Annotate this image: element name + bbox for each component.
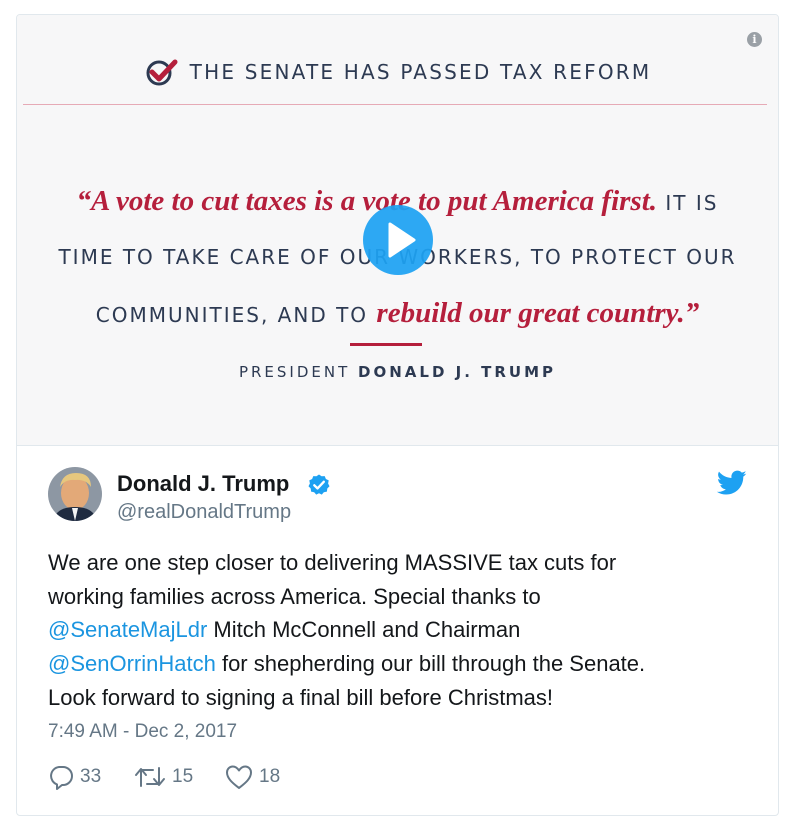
- tweet-text-line: @SenOrrinHatch for shepherding our bill …: [48, 647, 748, 681]
- retweet-button[interactable]: 15: [134, 763, 193, 791]
- play-button[interactable]: [363, 205, 433, 275]
- quote-divider: [350, 343, 422, 346]
- author-name[interactable]: Donald J. Trump: [117, 471, 289, 497]
- like-count: 18: [259, 766, 281, 787]
- check-icon: [146, 59, 178, 86]
- author-handle[interactable]: @realDonaldTrump: [117, 501, 291, 524]
- retweet-icon: [135, 767, 165, 787]
- tweet-text-line: @SenateMajLdr Mitch McConnell and Chairm…: [48, 613, 748, 647]
- attribution-title: PRESIDENT: [238, 363, 351, 381]
- reply-count: 33: [80, 766, 102, 787]
- tweet-text-segment: Mitch McConnell and Chairman: [207, 617, 521, 643]
- headline-row: THE SENATE HAS PASSED TAX REFORM: [17, 57, 778, 87]
- quote-attribution: PRESIDENT DONALD J. TRUMP: [17, 363, 778, 381]
- like-icon: [226, 765, 252, 789]
- reply-button[interactable]: 33: [48, 763, 101, 791]
- reply-icon: [50, 766, 73, 790]
- quote-emphasis-3: rebuild our great country.”: [376, 297, 700, 329]
- attribution-name: DONALD J. TRUMP: [358, 363, 557, 381]
- tweet-text-line: working families across America. Special…: [48, 583, 541, 609]
- tweet-text-line: We are one step closer to delivering MAS…: [48, 550, 617, 575]
- quote-text-1: IT IS: [665, 191, 719, 215]
- tweet-text-line: Look forward to signing a final bill bef…: [48, 684, 554, 710]
- play-icon: [388, 222, 416, 258]
- twitter-bird-icon[interactable]: [717, 470, 747, 496]
- avatar[interactable]: [48, 467, 102, 521]
- mention-link[interactable]: @SenateMajLdr: [48, 617, 207, 642]
- header-divider: [23, 104, 767, 105]
- tweet-timestamp[interactable]: 7:49 AM - Dec 2, 2017: [48, 721, 237, 743]
- like-button[interactable]: 18: [225, 763, 280, 791]
- embedded-tweet-card: i THE SENATE HAS PASSED TAX REFORM “A vo…: [16, 14, 779, 816]
- mention-link[interactable]: @SenOrrinHatch: [48, 651, 216, 676]
- tweet-text-segment: for shepherding our bill through the Sen…: [215, 651, 646, 677]
- verified-icon: [308, 474, 330, 495]
- info-icon[interactable]: i: [747, 32, 762, 47]
- video-player[interactable]: i THE SENATE HAS PASSED TAX REFORM “A vo…: [17, 15, 778, 445]
- quote-line-3: COMMUNITIES, AND TO rebuild our great co…: [17, 285, 778, 341]
- tweet-text: We are one step closer to delivering MAS…: [48, 546, 748, 715]
- quote-text-3: COMMUNITIES, AND TO: [95, 303, 369, 327]
- retweet-count: 15: [172, 766, 194, 787]
- headline-text: THE SENATE HAS PASSED TAX REFORM: [189, 60, 652, 84]
- media-divider: [17, 445, 778, 446]
